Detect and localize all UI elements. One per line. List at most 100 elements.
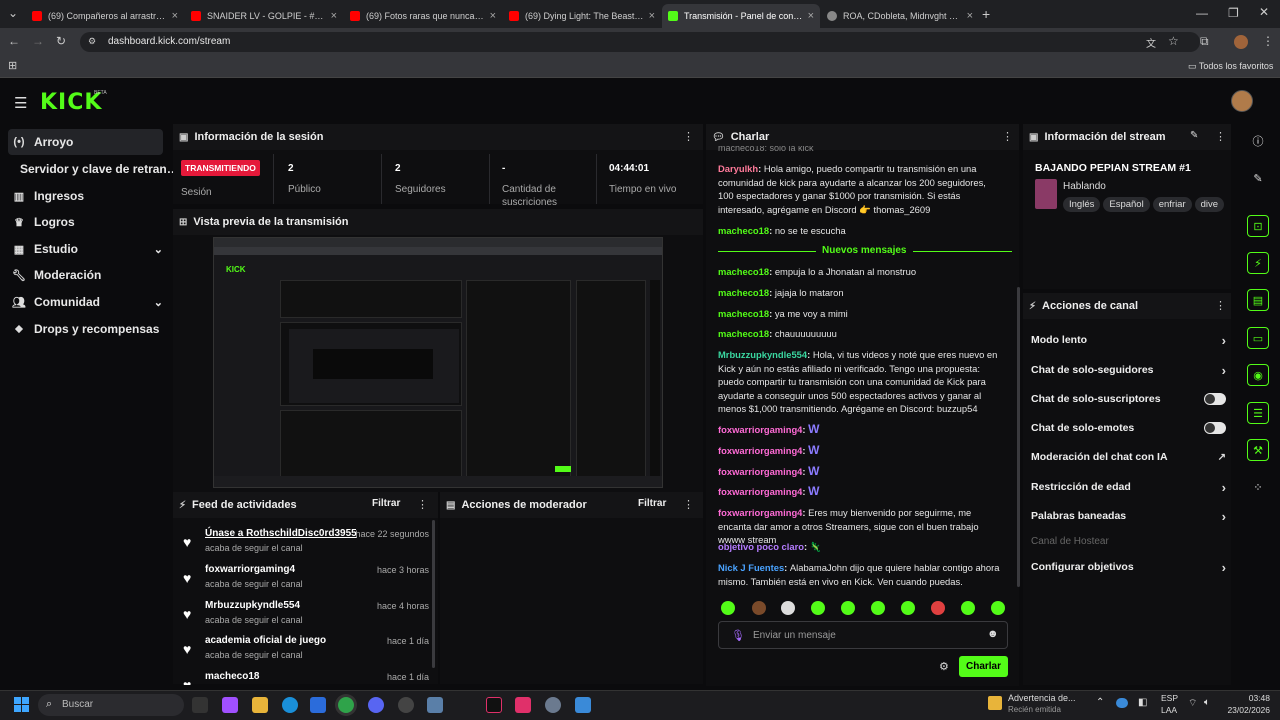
chat-username[interactable]: foxwarriorgaming4 — [718, 466, 802, 477]
sidebar-item-logros[interactable]: ♛ Logros — [8, 209, 163, 235]
feed-name[interactable]: Mrbuzzupkyndle554 — [205, 600, 300, 611]
chat-settings-icon[interactable]: ⚙ — [939, 660, 949, 673]
close-tab-icon[interactable]: × — [327, 10, 337, 22]
emote-icon[interactable] — [811, 601, 825, 615]
list-item[interactable]: ♥ macheco18 hace 1 día — [183, 671, 433, 685]
chat-menu-icon[interactable]: ⋮ — [1002, 130, 1013, 143]
site-info-icon[interactable]: ⚙ — [88, 36, 96, 47]
windows-start-icon[interactable] — [14, 697, 29, 712]
send-chat-button[interactable]: Charlar — [959, 656, 1008, 677]
task-view-icon[interactable] — [192, 697, 208, 713]
chat-username[interactable]: Nick J Fuentes — [718, 562, 784, 573]
sidebar-item-estudio[interactable]: ▦ Estudio ⌄ — [8, 236, 163, 262]
chat-scrollbar[interactable] — [1017, 287, 1020, 587]
tiktok-icon[interactable] — [486, 697, 502, 713]
chat-username[interactable]: Daryulkh — [718, 163, 758, 174]
copilot-icon[interactable] — [222, 697, 238, 713]
user-avatar[interactable] — [1231, 90, 1253, 112]
feed-name[interactable]: foxwarriorgaming4 — [205, 564, 295, 575]
browser-tab[interactable]: (69) Dying Light: The Beast – Th × — [503, 4, 661, 28]
action-ai-moderation[interactable]: Moderación del chat con IA ↗ — [1031, 446, 1226, 468]
browser-tab[interactable]: SNAIDER LV - GOLPIE - #callao × — [185, 4, 343, 28]
emote-icon[interactable] — [781, 601, 795, 615]
browser-tab[interactable]: (69) Fotos raras que nunca has × — [344, 4, 502, 28]
chat-username[interactable]: foxwarriorgaming4 — [718, 424, 802, 435]
capcut-icon[interactable] — [515, 697, 531, 713]
mod-filter-button[interactable]: Filtrar — [638, 498, 666, 509]
action-emotes-only[interactable]: Chat de solo-emotes — [1031, 417, 1226, 439]
emote-icon[interactable] — [931, 601, 945, 615]
minimize-icon[interactable]: — — [1196, 6, 1208, 20]
sidebar-item-drops[interactable]: ⬥ Drops y recompensas — [8, 316, 178, 342]
chat-bubble-icon[interactable]: ▭ — [1247, 327, 1269, 349]
chat-input[interactable]: 🎙︎ Enviar un mensaje ☻ — [718, 621, 1008, 649]
stream-info-menu-icon[interactable]: ⋮ — [1215, 130, 1226, 143]
layout-icon[interactable]: ⊡ — [1247, 215, 1269, 237]
store-icon[interactable] — [310, 697, 326, 713]
action-age-restriction[interactable]: Restricción de edad › — [1031, 476, 1226, 498]
restore-icon[interactable]: ❐ — [1228, 6, 1239, 20]
forward-icon[interactable]: → — [32, 34, 44, 48]
settings-icon[interactable] — [545, 697, 561, 713]
action-followers-only[interactable]: Chat de solo-seguidores › — [1031, 359, 1226, 381]
microphone-icon[interactable]: 🎙︎ — [731, 629, 745, 642]
chat-username[interactable]: objetivo poco claro — [718, 541, 804, 552]
clock-time[interactable]: 03:48 — [1226, 693, 1270, 703]
close-tab-icon[interactable]: × — [168, 10, 178, 22]
chat-username[interactable]: macheco18 — [718, 225, 769, 236]
app-icon[interactable] — [575, 697, 591, 713]
address-bar[interactable]: dashboard.kick.com/stream — [80, 32, 1200, 52]
broadcast-icon[interactable]: ◉ — [1247, 364, 1269, 386]
edit-icon[interactable]: ✎ — [1247, 167, 1269, 189]
volume-icon[interactable]: 🔈︎ — [1204, 697, 1210, 708]
feed-menu-icon[interactable]: ⋮ — [417, 498, 428, 511]
chat-username[interactable]: Mrbuzzupkyndle554 — [718, 349, 807, 360]
stream-preview-video[interactable]: KICK — [213, 237, 663, 488]
action-banned-words[interactable]: Palabras baneadas › — [1031, 505, 1226, 527]
clipboard-icon[interactable]: ▤ — [1247, 289, 1269, 311]
edge-icon[interactable] — [282, 697, 298, 713]
onedrive-icon[interactable] — [1116, 698, 1128, 708]
hamburger-menu-icon[interactable]: ☰ — [14, 94, 27, 112]
wifi-icon[interactable]: ⌔ — [1188, 697, 1197, 710]
chat-username[interactable]: macheco18 — [718, 266, 769, 277]
close-tab-icon[interactable]: × — [804, 10, 814, 22]
list-item[interactable]: ♥ Únase a RothschildDisc0rd3955 hace 22 se… — [183, 528, 433, 563]
browser-menu-icon[interactable]: ⋮ — [1262, 34, 1274, 48]
close-tab-icon[interactable]: × — [486, 10, 496, 22]
notice-title[interactable]: Advertencia de... — [1008, 693, 1076, 703]
tray-chevron-up-icon[interactable]: ⌃ — [1096, 697, 1104, 708]
chat-username[interactable]: macheco18 — [718, 308, 769, 319]
new-tab-icon[interactable]: + — [982, 6, 990, 22]
back-icon[interactable]: ← — [8, 34, 20, 48]
action-slow-mode[interactable]: Modo lento › — [1031, 329, 1226, 351]
tray-icon[interactable]: ◧ — [1138, 697, 1147, 708]
channel-actions-menu-icon[interactable]: ⋮ — [1215, 299, 1226, 312]
all-bookmarks[interactable]: ▭ Todos los favoritos — [1188, 61, 1273, 72]
emoji-icon[interactable]: ☻ — [987, 628, 999, 640]
action-subscribers-only[interactable]: Chat de solo-suscriptores — [1031, 388, 1226, 410]
close-tab-icon[interactable]: × — [963, 10, 973, 22]
emote-icon[interactable] — [752, 601, 766, 615]
browser-tab-active[interactable]: Transmisión - Panel de control × — [662, 4, 820, 28]
bookmark-star-icon[interactable]: ☆ — [1168, 34, 1179, 48]
emote-icon[interactable] — [961, 601, 975, 615]
feed-name[interactable]: academia oficial de juego — [205, 635, 326, 646]
feed-filter-button[interactable]: Filtrar — [372, 498, 400, 509]
emote-icon[interactable] — [901, 601, 915, 615]
feed-name[interactable]: macheco18 — [205, 671, 259, 682]
sidebar-item-arroyo[interactable]: (•) Arroyo — [8, 129, 163, 155]
mod-menu-icon[interactable]: ⋮ — [683, 498, 694, 511]
extensions-icon[interactable]: ⧉ — [1200, 34, 1209, 49]
taskbar-search[interactable]: ⌕ Buscar — [38, 694, 184, 716]
close-tab-icon[interactable]: × — [645, 10, 655, 22]
discord-icon[interactable] — [368, 697, 384, 713]
reload-icon[interactable]: ↻ — [56, 34, 66, 48]
translate-icon[interactable]: 文 — [1146, 35, 1156, 50]
emote-icon[interactable] — [991, 601, 1005, 615]
list-item[interactable]: ♥ academia oficial de juego hace 1 día acab… — [183, 635, 433, 670]
list-icon[interactable]: ☰ — [1247, 402, 1269, 424]
chat-username[interactable]: foxwarriorgaming4 — [718, 445, 802, 456]
emote-icon[interactable] — [841, 601, 855, 615]
app-icon[interactable] — [398, 697, 414, 713]
